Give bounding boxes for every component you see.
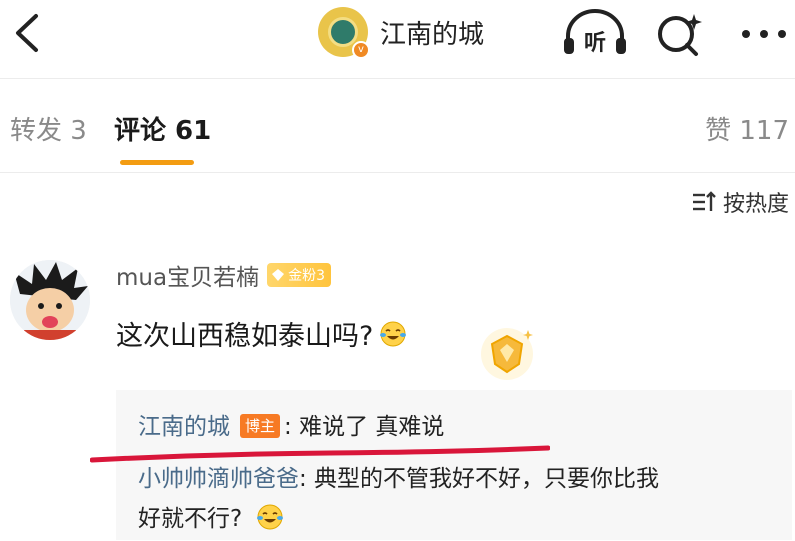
tab-bar: 转发 3 评论 61 赞 117 (0, 78, 795, 172)
tabs-divider (0, 172, 795, 173)
laughing-tears-emoji-icon (380, 321, 407, 346)
laughing-tears-emoji-icon (256, 504, 283, 530)
profile-avatar[interactable]: v (318, 7, 370, 59)
reply-author-name[interactable]: 江南的城 (138, 414, 230, 440)
reply-thread[interactable]: 江南的城 博主: 难说了 真难说 小帅帅滴帅爸爸: 典型的不管我好不好，只要你比我… (116, 390, 792, 540)
verified-badge: v (352, 41, 370, 59)
active-tab-indicator (120, 160, 194, 165)
more-dots-icon (742, 30, 786, 38)
headphones-icon: 听 (564, 9, 626, 56)
fan-level-badge: 金粉3 (267, 263, 331, 287)
top-bar: v 江南的城 听 (0, 0, 795, 78)
red-annotation-underline (90, 445, 550, 463)
listen-label: 听 (584, 31, 606, 56)
comment-text: 这次山西稳如泰山吗? (116, 321, 374, 352)
sort-icon (692, 191, 716, 211)
reply-author-name[interactable]: 小帅帅滴帅爸爸 (138, 466, 299, 492)
reply-item: 江南的城 博主: 难说了 真难说 (138, 408, 444, 446)
gem-icon (272, 269, 285, 281)
golden-shield-icon (481, 328, 533, 380)
chevron-left-icon (16, 14, 38, 52)
tab-repost[interactable]: 转发 3 (10, 110, 87, 147)
tab-like[interactable]: 赞 117 (705, 110, 789, 147)
profile-name[interactable]: 江南的城 (380, 14, 484, 51)
back-button[interactable] (8, 10, 48, 56)
fan-badge-label: 金粉3 (288, 268, 325, 284)
tab-comment[interactable]: 评论 61 (114, 110, 211, 147)
search-sparkle-icon (658, 14, 702, 56)
comment-author-name[interactable]: mua宝贝若楠 (116, 258, 259, 292)
reply-text-continuation: 好就不行? (138, 500, 284, 538)
search-button[interactable] (652, 8, 708, 60)
more-button[interactable] (736, 8, 792, 60)
reply-text: : 典型的不管我好不好，只要你比我 (299, 466, 660, 492)
sort-label: 按热度 (722, 192, 789, 217)
blogger-tag: 博主 (240, 414, 281, 438)
listen-button[interactable]: 听 (560, 8, 630, 60)
commenter-avatar[interactable] (10, 260, 90, 340)
profile-header[interactable]: v 江南的城 (318, 6, 484, 59)
comment-author-row: mua宝贝若楠 金粉3 (116, 258, 331, 292)
reply-item: 小帅帅滴帅爸爸: 典型的不管我好不好，只要你比我 (138, 460, 659, 498)
cartoon-avatar-image (10, 260, 90, 340)
sort-button[interactable]: 按热度 (691, 186, 789, 218)
reply-text: : 难说了 真难说 (284, 414, 445, 440)
comment-body: 这次山西稳如泰山吗? (116, 314, 407, 353)
